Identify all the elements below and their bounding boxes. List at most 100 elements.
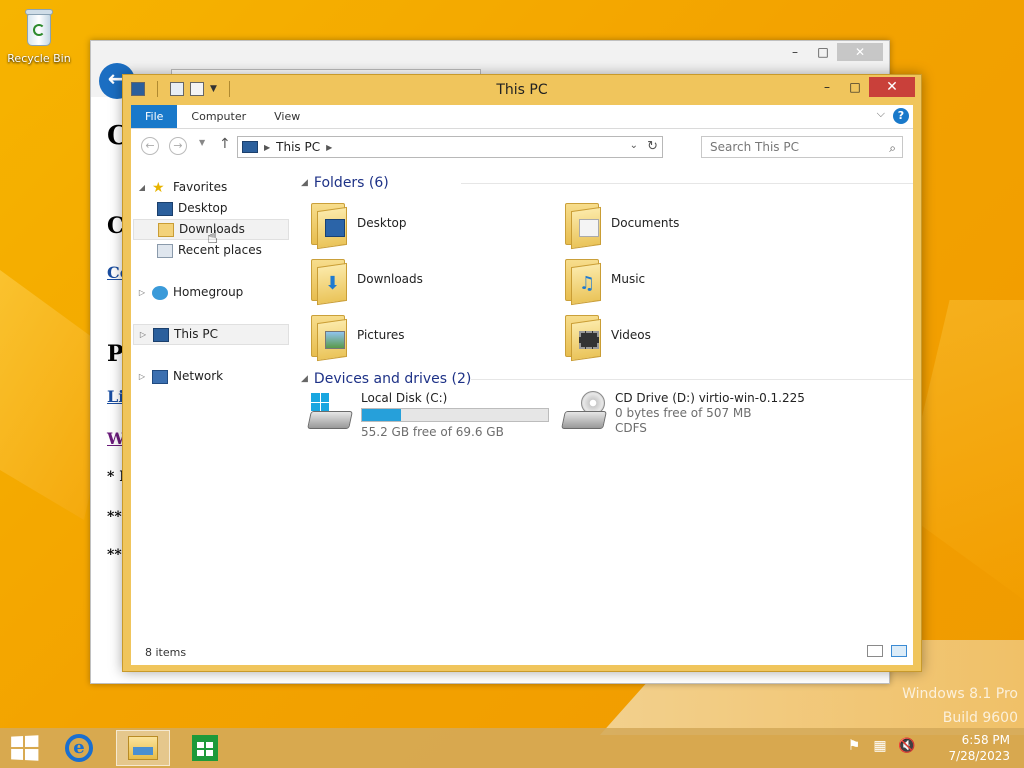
breadcrumb-this-pc[interactable]: This PC bbox=[276, 140, 320, 154]
clock-date: 7/28/2023 bbox=[948, 749, 1010, 763]
folder-label: Documents bbox=[611, 216, 680, 230]
large-icons-view-icon[interactable] bbox=[891, 645, 907, 657]
recent-locations-icon[interactable]: ▼ bbox=[199, 138, 205, 147]
close-button[interactable]: ✕ bbox=[869, 77, 915, 97]
watermark-edition: Windows 8.1 Pro bbox=[902, 686, 1018, 702]
group-title: Devices and drives (2) bbox=[313, 371, 472, 387]
action-center-flag-icon[interactable]: ⚑ bbox=[846, 738, 862, 754]
store-icon bbox=[192, 735, 218, 761]
view-switcher bbox=[867, 645, 907, 657]
desktop-icon bbox=[157, 201, 173, 216]
cd-drive-icon bbox=[561, 391, 607, 435]
content-area: ◢ Folders (6) Desktop Documents ⬇ Downlo… bbox=[301, 163, 913, 639]
expand-arrow-icon[interactable]: ▷ bbox=[138, 324, 148, 345]
chevron-right-icon[interactable]: ▶ bbox=[326, 143, 332, 152]
explorer-body: File Computer View ⌵ ? ← → ▼ ↑ ▶ This PC… bbox=[131, 105, 913, 665]
taskbar-store[interactable] bbox=[178, 730, 232, 766]
drive-free-space: 0 bytes free of 507 MB bbox=[615, 406, 752, 420]
minimize-button[interactable]: – bbox=[813, 77, 841, 97]
chevron-right-icon[interactable]: ▶ bbox=[264, 143, 270, 152]
folder-tile[interactable]: ♫ Music bbox=[563, 255, 645, 306]
folder-tile[interactable]: Desktop bbox=[309, 199, 407, 250]
documents-folder-icon bbox=[563, 199, 603, 250]
refresh-icon[interactable]: ↻ bbox=[647, 139, 658, 154]
network-icon[interactable]: ▦ bbox=[872, 738, 888, 754]
tree-label: Desktop bbox=[178, 201, 228, 215]
start-button[interactable] bbox=[11, 735, 39, 761]
downloads-folder-icon: ⬇ bbox=[309, 255, 349, 306]
tree-label: Network bbox=[173, 369, 224, 383]
collapse-arrow-icon[interactable]: ◢ bbox=[137, 177, 147, 198]
up-button[interactable]: ↑ bbox=[219, 136, 231, 152]
drive-tile-d[interactable]: CD Drive (D:) virtio-win-0.1.225 0 bytes… bbox=[561, 391, 805, 435]
back-button[interactable]: ← bbox=[141, 137, 159, 155]
network-icon bbox=[152, 369, 168, 384]
item-count: 8 items bbox=[145, 646, 187, 659]
search-input[interactable]: Search This PC ⌕ bbox=[701, 136, 903, 158]
clock-time: 6:58 PM bbox=[961, 733, 1010, 747]
help-icon[interactable]: ? bbox=[893, 108, 909, 124]
folder-tile[interactable]: Documents bbox=[563, 199, 680, 250]
search-icon[interactable]: ⌕ bbox=[889, 138, 896, 158]
drive-usage-bar bbox=[361, 408, 549, 422]
local-disk-icon bbox=[307, 391, 353, 435]
clock[interactable]: 6:58 PM 7/28/2023 bbox=[920, 732, 1010, 764]
tree-item-favorites[interactable]: ◢ ★ Favorites bbox=[137, 177, 227, 198]
hand-cursor-icon: ☝ bbox=[207, 227, 218, 248]
drive-name: CD Drive (D:) virtio-win-0.1.225 bbox=[615, 391, 805, 405]
collapse-arrow-icon[interactable]: ◢ bbox=[301, 178, 308, 188]
expand-arrow-icon[interactable]: ▷ bbox=[137, 282, 147, 303]
page-text: ** bbox=[107, 509, 122, 525]
recent-places-icon bbox=[157, 243, 173, 258]
forward-button[interactable]: → bbox=[169, 137, 187, 155]
collapse-arrow-icon[interactable]: ◢ bbox=[301, 374, 308, 384]
videos-folder-icon bbox=[563, 311, 603, 362]
system-tray: ⚑ ▦ 🔇 bbox=[846, 738, 916, 754]
folder-tile[interactable]: Videos bbox=[563, 311, 651, 362]
pictures-folder-icon bbox=[309, 311, 349, 362]
volume-muted-icon[interactable]: 🔇 bbox=[898, 738, 915, 754]
drive-free-space: 55.2 GB free of 69.6 GB bbox=[361, 425, 504, 439]
group-header-devices[interactable]: ◢ Devices and drives (2) bbox=[301, 369, 921, 389]
tab-computer[interactable]: Computer bbox=[177, 105, 260, 128]
recycle-bin-icon bbox=[23, 6, 55, 48]
close-button[interactable]: ✕ bbox=[837, 43, 883, 61]
tab-view[interactable]: View bbox=[260, 105, 314, 128]
explorer-window[interactable]: ▼ This PC – □ ✕ File Computer View ⌵ ? ←… bbox=[122, 74, 922, 672]
star-icon: ★ bbox=[152, 179, 165, 196]
browser-window-controls: – □ ✕ bbox=[781, 43, 883, 61]
folder-tile[interactable]: ⬇ Downloads bbox=[309, 255, 423, 306]
folder-label: Desktop bbox=[357, 216, 407, 230]
pc-icon bbox=[242, 141, 258, 153]
group-header-folders[interactable]: ◢ Folders (6) bbox=[301, 173, 921, 193]
maximize-button[interactable]: □ bbox=[809, 43, 837, 61]
expand-arrow-icon[interactable]: ▷ bbox=[137, 366, 147, 387]
maximize-button[interactable]: □ bbox=[841, 77, 869, 97]
navigation-pane: ◢ ★ Favorites Desktop Downloads Recent p… bbox=[131, 163, 293, 639]
recycle-bin-shortcut[interactable]: Recycle Bin bbox=[4, 6, 74, 65]
folder-tile[interactable]: Pictures bbox=[309, 311, 405, 362]
taskbar: e ⚑ ▦ 🔇 6:58 PM 7/28/2023 bbox=[0, 728, 1024, 768]
address-bar[interactable]: ▶ This PC ▶ ⌄ ↻ bbox=[237, 136, 663, 158]
ribbon-tabs: File Computer View ⌵ ? bbox=[131, 105, 913, 129]
expand-ribbon-icon[interactable]: ⌵ bbox=[877, 107, 885, 121]
chevron-down-icon[interactable]: ⌄ bbox=[630, 140, 638, 151]
desktop-folder-icon bbox=[309, 199, 349, 250]
taskbar-internet-explorer[interactable]: e bbox=[52, 730, 106, 766]
file-explorer-icon bbox=[128, 736, 158, 760]
search-placeholder: Search This PC bbox=[710, 140, 799, 154]
tree-item-homegroup[interactable]: ▷ Homegroup bbox=[137, 282, 243, 303]
page-text: ** bbox=[107, 547, 122, 563]
taskbar-file-explorer[interactable] bbox=[116, 730, 170, 766]
minimize-button[interactable]: – bbox=[781, 43, 809, 61]
music-folder-icon: ♫ bbox=[563, 255, 603, 306]
tree-label: Recent places bbox=[178, 243, 262, 257]
tree-item-network[interactable]: ▷ Network bbox=[137, 366, 223, 387]
tree-item-desktop[interactable]: Desktop bbox=[157, 198, 228, 219]
drive-tile-c[interactable]: Local Disk (C:) 55.2 GB free of 69.6 GB bbox=[307, 391, 549, 439]
navigation-bar: ← → ▼ ↑ ▶ This PC ▶ ⌄ ↻ Search This PC ⌕ bbox=[131, 129, 913, 163]
tree-item-this-pc[interactable]: ▷ This PC bbox=[133, 324, 289, 345]
tab-file[interactable]: File bbox=[131, 105, 178, 128]
status-bar: 8 items bbox=[131, 639, 913, 665]
details-view-icon[interactable] bbox=[867, 645, 883, 657]
